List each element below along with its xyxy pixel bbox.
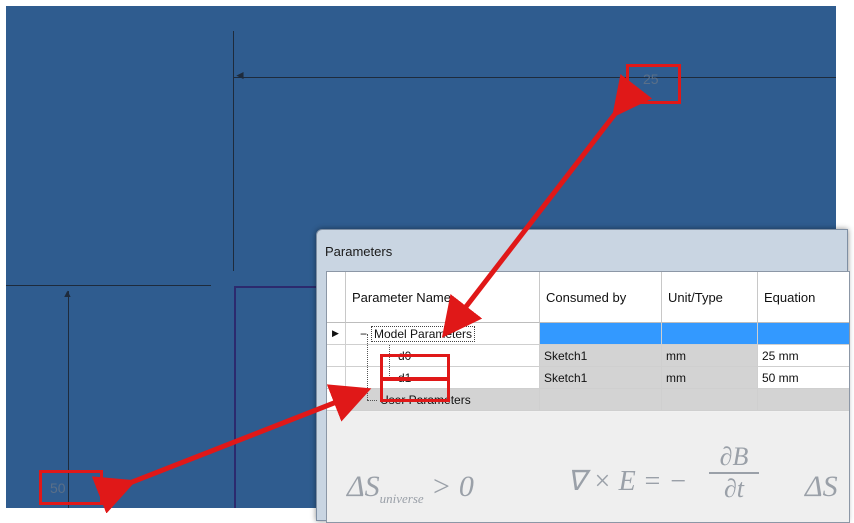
- d0-unit[interactable]: mm: [662, 345, 758, 367]
- arrowhead-left-icon: ◄: [234, 68, 246, 82]
- grid-background-pattern: ΔSuniverse > 0 ∇ × E = − ∂B ∂t ΔS: [327, 412, 849, 522]
- annotation-box-25: [626, 64, 681, 104]
- formula-entropy-rel: > 0: [431, 470, 474, 503]
- row-selector[interactable]: [327, 345, 346, 367]
- group-label-model-parameters: Model Parameters: [371, 325, 476, 342]
- parameters-dialog[interactable]: Parameters Parameter Name Consumed by Un…: [316, 229, 850, 523]
- d0-consumed-by[interactable]: Sketch1: [540, 345, 662, 367]
- dialog-title: Parameters: [325, 244, 393, 259]
- row-selector[interactable]: [327, 367, 346, 389]
- tree-connector: [367, 400, 377, 401]
- formula-entropy-right: ΔS: [805, 470, 838, 503]
- row-selector[interactable]: [327, 389, 346, 411]
- column-header-consumed-by[interactable]: Consumed by: [540, 272, 662, 323]
- sketch-horizontal-line[interactable]: [6, 285, 211, 286]
- model-equation-cell[interactable]: [758, 323, 849, 345]
- formula-frac-bottom: ∂t: [723, 474, 745, 503]
- column-header-parameter-name[interactable]: Parameter Name: [346, 272, 540, 323]
- user-consumed-cell[interactable]: [540, 389, 662, 411]
- formula-entropy: ΔS: [347, 470, 380, 503]
- tree-row-model-parameters[interactable]: − Model Parameters: [346, 323, 540, 345]
- column-header-unit-type[interactable]: Unit/Type: [662, 272, 758, 323]
- collapse-icon[interactable]: −: [360, 327, 367, 341]
- d1-consumed-by[interactable]: Sketch1: [540, 367, 662, 389]
- user-equation-cell[interactable]: [758, 389, 849, 411]
- model-consumed-cell[interactable]: [540, 323, 662, 345]
- sketch-rectangle-top[interactable]: [234, 286, 319, 288]
- user-unit-cell[interactable]: [662, 389, 758, 411]
- model-unit-cell[interactable]: [662, 323, 758, 345]
- column-header-equation[interactable]: Equation: [758, 272, 849, 323]
- formula-entropy-sub: universe: [379, 491, 424, 506]
- d1-equation[interactable]: 50 mm: [758, 367, 849, 389]
- annotation-box-50: [39, 470, 103, 505]
- formula-faraday: ∇ × E = −: [567, 466, 688, 497]
- formula-frac-top: ∂B: [709, 442, 759, 474]
- row-header-corner: [327, 272, 346, 323]
- sketch-vertical-line[interactable]: [233, 31, 234, 271]
- sketch-rectangle-edge[interactable]: [234, 286, 236, 508]
- d0-equation[interactable]: 25 mm: [758, 345, 849, 367]
- d1-unit[interactable]: mm: [662, 367, 758, 389]
- annotation-box-d1: [380, 378, 450, 402]
- annotation-box-d0: [380, 354, 450, 380]
- dimension-line-horizontal[interactable]: [234, 77, 836, 78]
- row-selector[interactable]: ▶: [327, 323, 346, 345]
- tree-connector: [367, 334, 368, 400]
- arrowhead-up-icon: ▲: [62, 288, 73, 300]
